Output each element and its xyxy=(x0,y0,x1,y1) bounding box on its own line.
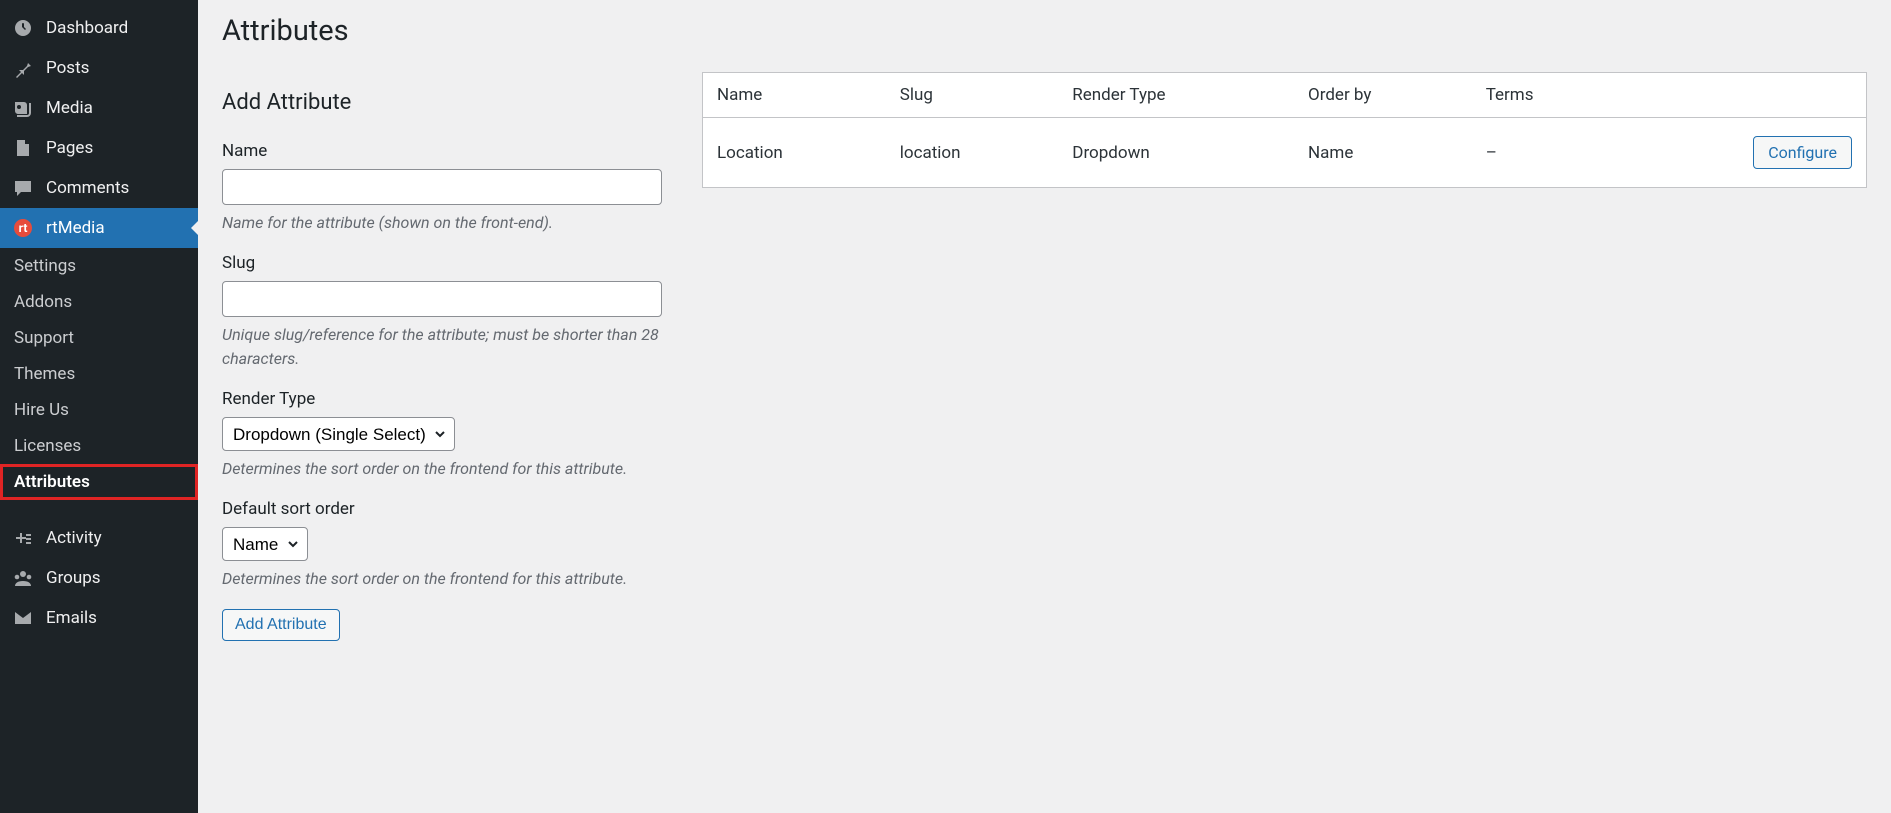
sidebar-item-comments[interactable]: Comments xyxy=(0,168,198,208)
sidebar-item-label: Posts xyxy=(46,58,89,78)
table-header-row: Name Slug Render Type Order by Terms xyxy=(703,73,1867,118)
sidebar-item-posts[interactable]: Posts xyxy=(0,48,198,88)
sidebar-subitem-licenses[interactable]: Licenses xyxy=(0,428,198,464)
sidebar-subitem-hireus[interactable]: Hire Us xyxy=(0,392,198,428)
slug-label: Slug xyxy=(222,253,662,273)
configure-button[interactable]: Configure xyxy=(1753,136,1852,169)
field-render-type: Render Type Dropdown (Single Select) Det… xyxy=(222,389,662,481)
page-icon xyxy=(12,138,34,158)
form-subtitle: Add Attribute xyxy=(222,90,662,115)
sidebar-item-label: Dashboard xyxy=(46,18,128,38)
cell-terms: – xyxy=(1472,118,1619,188)
sidebar-item-label: Media xyxy=(46,98,93,118)
cell-slug: location xyxy=(886,118,1059,188)
th-rendertype[interactable]: Render Type xyxy=(1058,73,1294,118)
plus-icon xyxy=(12,528,34,548)
sidebar-item-label: Comments xyxy=(46,178,129,198)
admin-sidebar: Dashboard Posts Media Pages Comments rt … xyxy=(0,0,198,813)
slug-hint: Unique slug/reference for the attribute;… xyxy=(222,323,662,371)
cell-rendertype: Dropdown xyxy=(1058,118,1294,188)
groups-icon xyxy=(12,568,34,588)
sidebar-item-label: rtMedia xyxy=(46,218,105,238)
th-terms[interactable]: Terms xyxy=(1472,73,1619,118)
name-hint: Name for the attribute (shown on the fro… xyxy=(222,211,662,235)
sidebar-item-activity[interactable]: Activity xyxy=(0,518,198,558)
sidebar-subitem-settings[interactable]: Settings xyxy=(0,248,198,284)
cell-name: Location xyxy=(703,118,886,188)
name-input[interactable] xyxy=(222,169,662,205)
cell-orderby: Name xyxy=(1294,118,1472,188)
sidebar-subitem-support[interactable]: Support xyxy=(0,320,198,356)
sort-order-select[interactable]: Name xyxy=(222,527,308,561)
add-attribute-button[interactable]: Add Attribute xyxy=(222,609,340,641)
th-slug[interactable]: Slug xyxy=(886,73,1059,118)
media-icon xyxy=(12,98,34,118)
sidebar-item-dashboard[interactable]: Dashboard xyxy=(0,8,198,48)
field-sort-order: Default sort order Name Determines the s… xyxy=(222,499,662,591)
page-title: Attributes xyxy=(222,14,662,48)
sidebar-item-label: Activity xyxy=(46,528,102,548)
table-row: Location location Dropdown Name – Config… xyxy=(703,118,1867,188)
pin-icon xyxy=(12,58,34,78)
field-name: Name Name for the attribute (shown on th… xyxy=(222,141,662,235)
mail-icon xyxy=(12,608,34,628)
name-label: Name xyxy=(222,141,662,161)
render-type-label: Render Type xyxy=(222,389,662,409)
sort-order-hint: Determines the sort order on the fronten… xyxy=(222,567,662,591)
sidebar-item-groups[interactable]: Groups xyxy=(0,558,198,598)
slug-input[interactable] xyxy=(222,281,662,317)
th-name[interactable]: Name xyxy=(703,73,886,118)
sidebar-item-label: Pages xyxy=(46,138,93,158)
render-type-hint: Determines the sort order on the fronten… xyxy=(222,457,662,481)
rtmedia-icon: rt xyxy=(12,218,34,238)
sidebar-item-rtmedia[interactable]: rt rtMedia xyxy=(0,208,198,248)
comment-icon xyxy=(12,178,34,198)
sidebar-item-media[interactable]: Media xyxy=(0,88,198,128)
sort-order-label: Default sort order xyxy=(222,499,662,519)
table-column: Name Slug Render Type Order by Terms Loc… xyxy=(702,14,1867,188)
sidebar-subitem-addons[interactable]: Addons xyxy=(0,284,198,320)
field-slug: Slug Unique slug/reference for the attri… xyxy=(222,253,662,371)
gauge-icon xyxy=(12,18,34,38)
sidebar-item-pages[interactable]: Pages xyxy=(0,128,198,168)
main-content: Attributes Add Attribute Name Name for t… xyxy=(198,0,1891,813)
th-orderby[interactable]: Order by xyxy=(1294,73,1472,118)
render-type-select[interactable]: Dropdown (Single Select) xyxy=(222,417,455,451)
sidebar-subitem-themes[interactable]: Themes xyxy=(0,356,198,392)
svg-text:rt: rt xyxy=(19,221,28,235)
sidebar-subitem-attributes[interactable]: Attributes xyxy=(0,464,198,500)
sidebar-item-emails[interactable]: Emails xyxy=(0,598,198,638)
form-column: Attributes Add Attribute Name Name for t… xyxy=(222,14,662,641)
sidebar-item-label: Groups xyxy=(46,568,101,588)
sidebar-item-label: Emails xyxy=(46,608,97,628)
attributes-table: Name Slug Render Type Order by Terms Loc… xyxy=(702,72,1867,188)
